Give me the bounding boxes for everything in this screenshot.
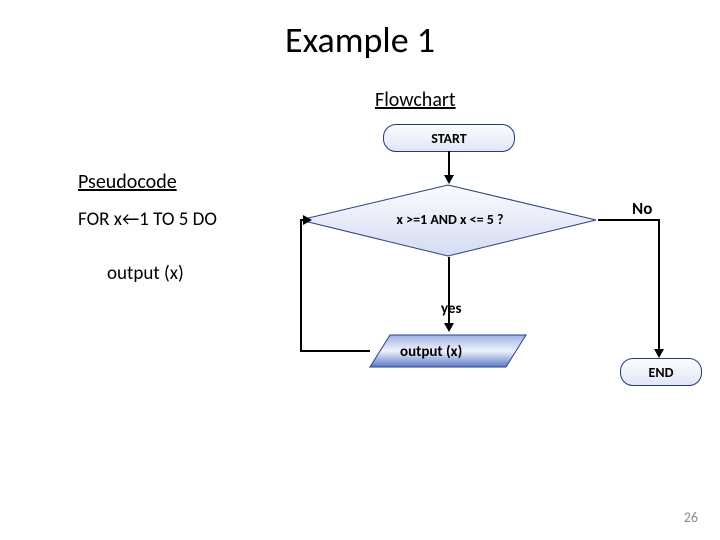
flow-output-label: output (x): [400, 343, 462, 361]
page-number: 26: [684, 509, 698, 526]
flow-end-node: END: [620, 358, 702, 386]
flow-decision-label: x >=1 AND x <= 5 ?: [330, 211, 570, 228]
slide-title: Example 1: [0, 18, 720, 62]
flow-end-label: END: [649, 364, 674, 381]
flowchart-heading: Flowchart: [375, 88, 456, 112]
edge-label-yes: yes: [441, 300, 461, 318]
flow-start-node: START: [383, 124, 515, 152]
pseudocode-heading: Pseudocode: [78, 170, 177, 194]
slide: Example 1 Flowchart Pseudocode FOR x←1 T…: [0, 0, 720, 540]
pseudocode-line-2: output (x): [107, 262, 184, 285]
pseudocode-line-1: FOR x←1 TO 5 DO: [78, 208, 217, 231]
edge-label-no: No: [632, 198, 652, 219]
flow-start-label: START: [431, 130, 466, 147]
